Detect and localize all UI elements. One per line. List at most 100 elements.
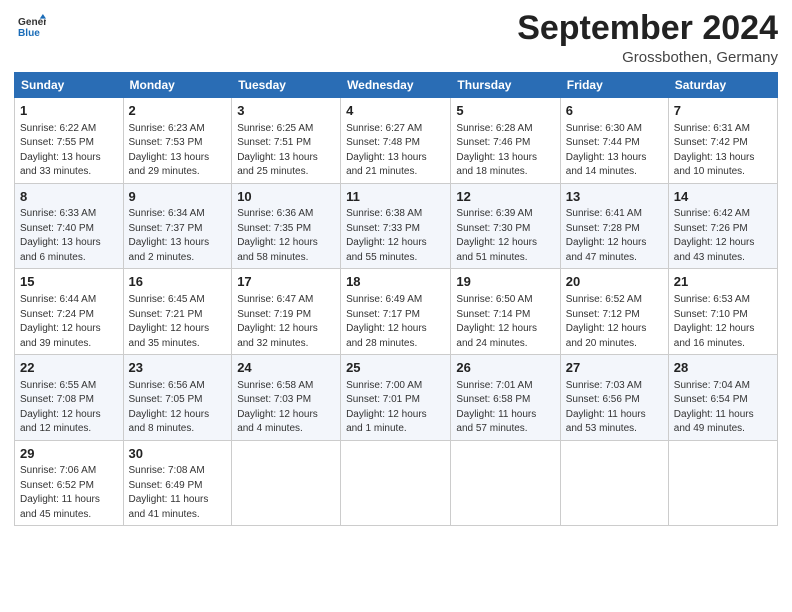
calendar-week-row: 15 Sunrise: 6:44 AMSunset: 7:24 PMDaylig… — [15, 269, 778, 355]
calendar-cell: 5 Sunrise: 6:28 AMSunset: 7:46 PMDayligh… — [451, 98, 560, 184]
calendar-cell: 19 Sunrise: 6:50 AMSunset: 7:14 PMDaylig… — [451, 269, 560, 355]
day-info: Sunrise: 6:58 AMSunset: 7:03 PMDaylight:… — [237, 380, 318, 435]
day-info: Sunrise: 6:36 AMSunset: 7:35 PMDaylight:… — [237, 208, 318, 263]
calendar-cell: 13 Sunrise: 6:41 AMSunset: 7:28 PMDaylig… — [560, 183, 668, 269]
calendar-week-row: 29 Sunrise: 7:06 AMSunset: 6:52 PMDaylig… — [15, 440, 778, 526]
calendar-cell: 23 Sunrise: 6:56 AMSunset: 7:05 PMDaylig… — [123, 355, 232, 441]
column-header-row: Sunday Monday Tuesday Wednesday Thursday… — [15, 73, 778, 98]
col-tuesday: Tuesday — [232, 73, 341, 98]
day-info: Sunrise: 6:22 AMSunset: 7:55 PMDaylight:… — [20, 123, 101, 178]
day-info: Sunrise: 6:23 AMSunset: 7:53 PMDaylight:… — [129, 123, 210, 178]
day-number: 3 — [237, 102, 335, 120]
calendar-cell — [341, 440, 451, 526]
day-info: Sunrise: 7:08 AMSunset: 6:49 PMDaylight:… — [129, 465, 209, 520]
calendar-cell: 15 Sunrise: 6:44 AMSunset: 7:24 PMDaylig… — [15, 269, 124, 355]
day-number: 2 — [129, 102, 227, 120]
month-title: September 2024 — [517, 10, 778, 47]
day-number: 5 — [456, 102, 554, 120]
calendar-cell: 7 Sunrise: 6:31 AMSunset: 7:42 PMDayligh… — [668, 98, 777, 184]
calendar-cell: 14 Sunrise: 6:42 AMSunset: 7:26 PMDaylig… — [668, 183, 777, 269]
calendar-cell — [451, 440, 560, 526]
calendar-cell: 6 Sunrise: 6:30 AMSunset: 7:44 PMDayligh… — [560, 98, 668, 184]
calendar-cell: 22 Sunrise: 6:55 AMSunset: 7:08 PMDaylig… — [15, 355, 124, 441]
day-number: 28 — [674, 359, 772, 377]
calendar-week-row: 8 Sunrise: 6:33 AMSunset: 7:40 PMDayligh… — [15, 183, 778, 269]
calendar-cell: 10 Sunrise: 6:36 AMSunset: 7:35 PMDaylig… — [232, 183, 341, 269]
day-info: Sunrise: 7:06 AMSunset: 6:52 PMDaylight:… — [20, 465, 100, 520]
day-info: Sunrise: 7:04 AMSunset: 6:54 PMDaylight:… — [674, 380, 754, 435]
day-info: Sunrise: 6:30 AMSunset: 7:44 PMDaylight:… — [566, 123, 647, 178]
calendar-cell: 26 Sunrise: 7:01 AMSunset: 6:58 PMDaylig… — [451, 355, 560, 441]
col-thursday: Thursday — [451, 73, 560, 98]
calendar-cell: 27 Sunrise: 7:03 AMSunset: 6:56 PMDaylig… — [560, 355, 668, 441]
day-info: Sunrise: 6:52 AMSunset: 7:12 PMDaylight:… — [566, 294, 647, 349]
logo: General Blue — [14, 14, 46, 42]
day-info: Sunrise: 6:33 AMSunset: 7:40 PMDaylight:… — [20, 208, 101, 263]
day-info: Sunrise: 6:45 AMSunset: 7:21 PMDaylight:… — [129, 294, 210, 349]
calendar-cell: 28 Sunrise: 7:04 AMSunset: 6:54 PMDaylig… — [668, 355, 777, 441]
day-number: 27 — [566, 359, 663, 377]
day-number: 6 — [566, 102, 663, 120]
header: General Blue September 2024 Grossbothen,… — [14, 10, 778, 66]
calendar-cell: 8 Sunrise: 6:33 AMSunset: 7:40 PMDayligh… — [15, 183, 124, 269]
col-friday: Friday — [560, 73, 668, 98]
day-number: 26 — [456, 359, 554, 377]
day-info: Sunrise: 6:27 AMSunset: 7:48 PMDaylight:… — [346, 123, 427, 178]
day-number: 12 — [456, 188, 554, 206]
page-container: General Blue September 2024 Grossbothen,… — [0, 0, 792, 536]
day-number: 9 — [129, 188, 227, 206]
calendar-cell: 20 Sunrise: 6:52 AMSunset: 7:12 PMDaylig… — [560, 269, 668, 355]
calendar-cell: 24 Sunrise: 6:58 AMSunset: 7:03 PMDaylig… — [232, 355, 341, 441]
day-number: 21 — [674, 273, 772, 291]
calendar-cell: 1 Sunrise: 6:22 AMSunset: 7:55 PMDayligh… — [15, 98, 124, 184]
col-saturday: Saturday — [668, 73, 777, 98]
calendar-cell: 18 Sunrise: 6:49 AMSunset: 7:17 PMDaylig… — [341, 269, 451, 355]
day-info: Sunrise: 6:25 AMSunset: 7:51 PMDaylight:… — [237, 123, 318, 178]
calendar-week-row: 22 Sunrise: 6:55 AMSunset: 7:08 PMDaylig… — [15, 355, 778, 441]
day-number: 18 — [346, 273, 445, 291]
location-subtitle: Grossbothen, Germany — [517, 49, 778, 66]
day-number: 22 — [20, 359, 118, 377]
day-number: 29 — [20, 445, 118, 463]
calendar-cell: 16 Sunrise: 6:45 AMSunset: 7:21 PMDaylig… — [123, 269, 232, 355]
calendar-cell: 3 Sunrise: 6:25 AMSunset: 7:51 PMDayligh… — [232, 98, 341, 184]
day-info: Sunrise: 6:50 AMSunset: 7:14 PMDaylight:… — [456, 294, 537, 349]
day-info: Sunrise: 7:00 AMSunset: 7:01 PMDaylight:… — [346, 380, 427, 435]
day-info: Sunrise: 6:34 AMSunset: 7:37 PMDaylight:… — [129, 208, 210, 263]
day-info: Sunrise: 6:55 AMSunset: 7:08 PMDaylight:… — [20, 380, 101, 435]
day-number: 16 — [129, 273, 227, 291]
day-info: Sunrise: 6:39 AMSunset: 7:30 PMDaylight:… — [456, 208, 537, 263]
day-info: Sunrise: 7:01 AMSunset: 6:58 PMDaylight:… — [456, 380, 536, 435]
day-number: 15 — [20, 273, 118, 291]
day-info: Sunrise: 7:03 AMSunset: 6:56 PMDaylight:… — [566, 380, 646, 435]
day-info: Sunrise: 6:47 AMSunset: 7:19 PMDaylight:… — [237, 294, 318, 349]
day-number: 20 — [566, 273, 663, 291]
month-title-block: September 2024 Grossbothen, Germany — [517, 10, 778, 66]
col-sunday: Sunday — [15, 73, 124, 98]
day-info: Sunrise: 6:44 AMSunset: 7:24 PMDaylight:… — [20, 294, 101, 349]
day-info: Sunrise: 6:41 AMSunset: 7:28 PMDaylight:… — [566, 208, 647, 263]
day-number: 25 — [346, 359, 445, 377]
day-number: 10 — [237, 188, 335, 206]
calendar-cell: 12 Sunrise: 6:39 AMSunset: 7:30 PMDaylig… — [451, 183, 560, 269]
day-info: Sunrise: 6:53 AMSunset: 7:10 PMDaylight:… — [674, 294, 755, 349]
day-number: 24 — [237, 359, 335, 377]
day-info: Sunrise: 6:56 AMSunset: 7:05 PMDaylight:… — [129, 380, 210, 435]
calendar-cell — [232, 440, 341, 526]
calendar-cell: 11 Sunrise: 6:38 AMSunset: 7:33 PMDaylig… — [341, 183, 451, 269]
day-info: Sunrise: 6:31 AMSunset: 7:42 PMDaylight:… — [674, 123, 755, 178]
calendar-cell: 21 Sunrise: 6:53 AMSunset: 7:10 PMDaylig… — [668, 269, 777, 355]
col-wednesday: Wednesday — [341, 73, 451, 98]
day-info: Sunrise: 6:28 AMSunset: 7:46 PMDaylight:… — [456, 123, 537, 178]
day-info: Sunrise: 6:42 AMSunset: 7:26 PMDaylight:… — [674, 208, 755, 263]
day-number: 8 — [20, 188, 118, 206]
calendar-cell: 29 Sunrise: 7:06 AMSunset: 6:52 PMDaylig… — [15, 440, 124, 526]
day-number: 13 — [566, 188, 663, 206]
calendar-cell: 17 Sunrise: 6:47 AMSunset: 7:19 PMDaylig… — [232, 269, 341, 355]
day-number: 19 — [456, 273, 554, 291]
calendar-table: Sunday Monday Tuesday Wednesday Thursday… — [14, 72, 778, 526]
calendar-week-row: 1 Sunrise: 6:22 AMSunset: 7:55 PMDayligh… — [15, 98, 778, 184]
day-number: 4 — [346, 102, 445, 120]
calendar-cell: 2 Sunrise: 6:23 AMSunset: 7:53 PMDayligh… — [123, 98, 232, 184]
day-number: 7 — [674, 102, 772, 120]
